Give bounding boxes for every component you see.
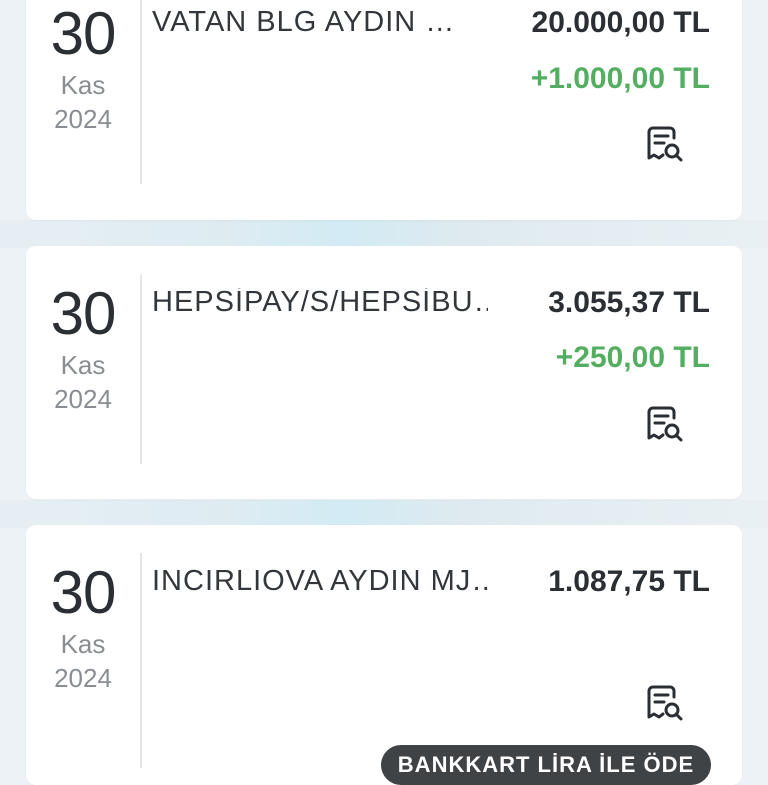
transaction-card[interactable]: 30 Kas 2024 INCIRLIOVA AYDIN MJ… 1.087,7… [26,525,742,785]
date-month: Kas [60,70,106,100]
pay-with-bankkart-lira-button[interactable]: BANKKART LİRA İLE ÖDE [381,745,711,785]
receipt-search-icon[interactable] [646,404,684,444]
date-divider [140,274,142,464]
background-stripe [0,500,768,528]
transaction-amount: 20.000,00 TL [531,6,710,39]
merchant-name: HEPSİPAY/S/HEPSİBU… [152,288,488,317]
transaction-amount: 1.087,75 TL [548,565,710,598]
transaction-date: 30 Kas 2024 [26,559,140,693]
receipt-search-icon[interactable] [646,124,684,164]
merchant-name: VATAN BLG AYDIN … [152,8,456,37]
transaction-amount: 3.055,37 TL [548,286,710,319]
transaction-card[interactable]: 30 Kas 2024 HEPSİPAY/S/HEPSİBU… 3.055,37… [26,246,742,499]
background-stripe [0,220,768,248]
date-month: Kas [60,350,106,380]
bonus-amount: +250,00 TL [555,341,710,374]
date-year: 2024 [54,104,112,134]
bonus-amount: +1.000,00 TL [530,62,710,95]
date-day: 30 [50,280,117,347]
date-divider [140,553,142,768]
receipt-search-icon[interactable] [646,683,684,723]
date-year: 2024 [54,384,112,414]
date-day: 30 [50,0,117,67]
date-month: Kas [60,629,106,659]
merchant-name: INCIRLIOVA AYDIN MJ… [152,567,488,596]
transaction-date: 30 Kas 2024 [26,280,140,414]
date-divider [140,0,142,184]
date-year: 2024 [54,663,112,693]
transaction-card[interactable]: 30 Kas 2024 VATAN BLG AYDIN … 20.000,00 … [26,0,742,220]
transaction-date: 30 Kas 2024 [26,0,140,134]
date-day: 30 [50,559,117,626]
